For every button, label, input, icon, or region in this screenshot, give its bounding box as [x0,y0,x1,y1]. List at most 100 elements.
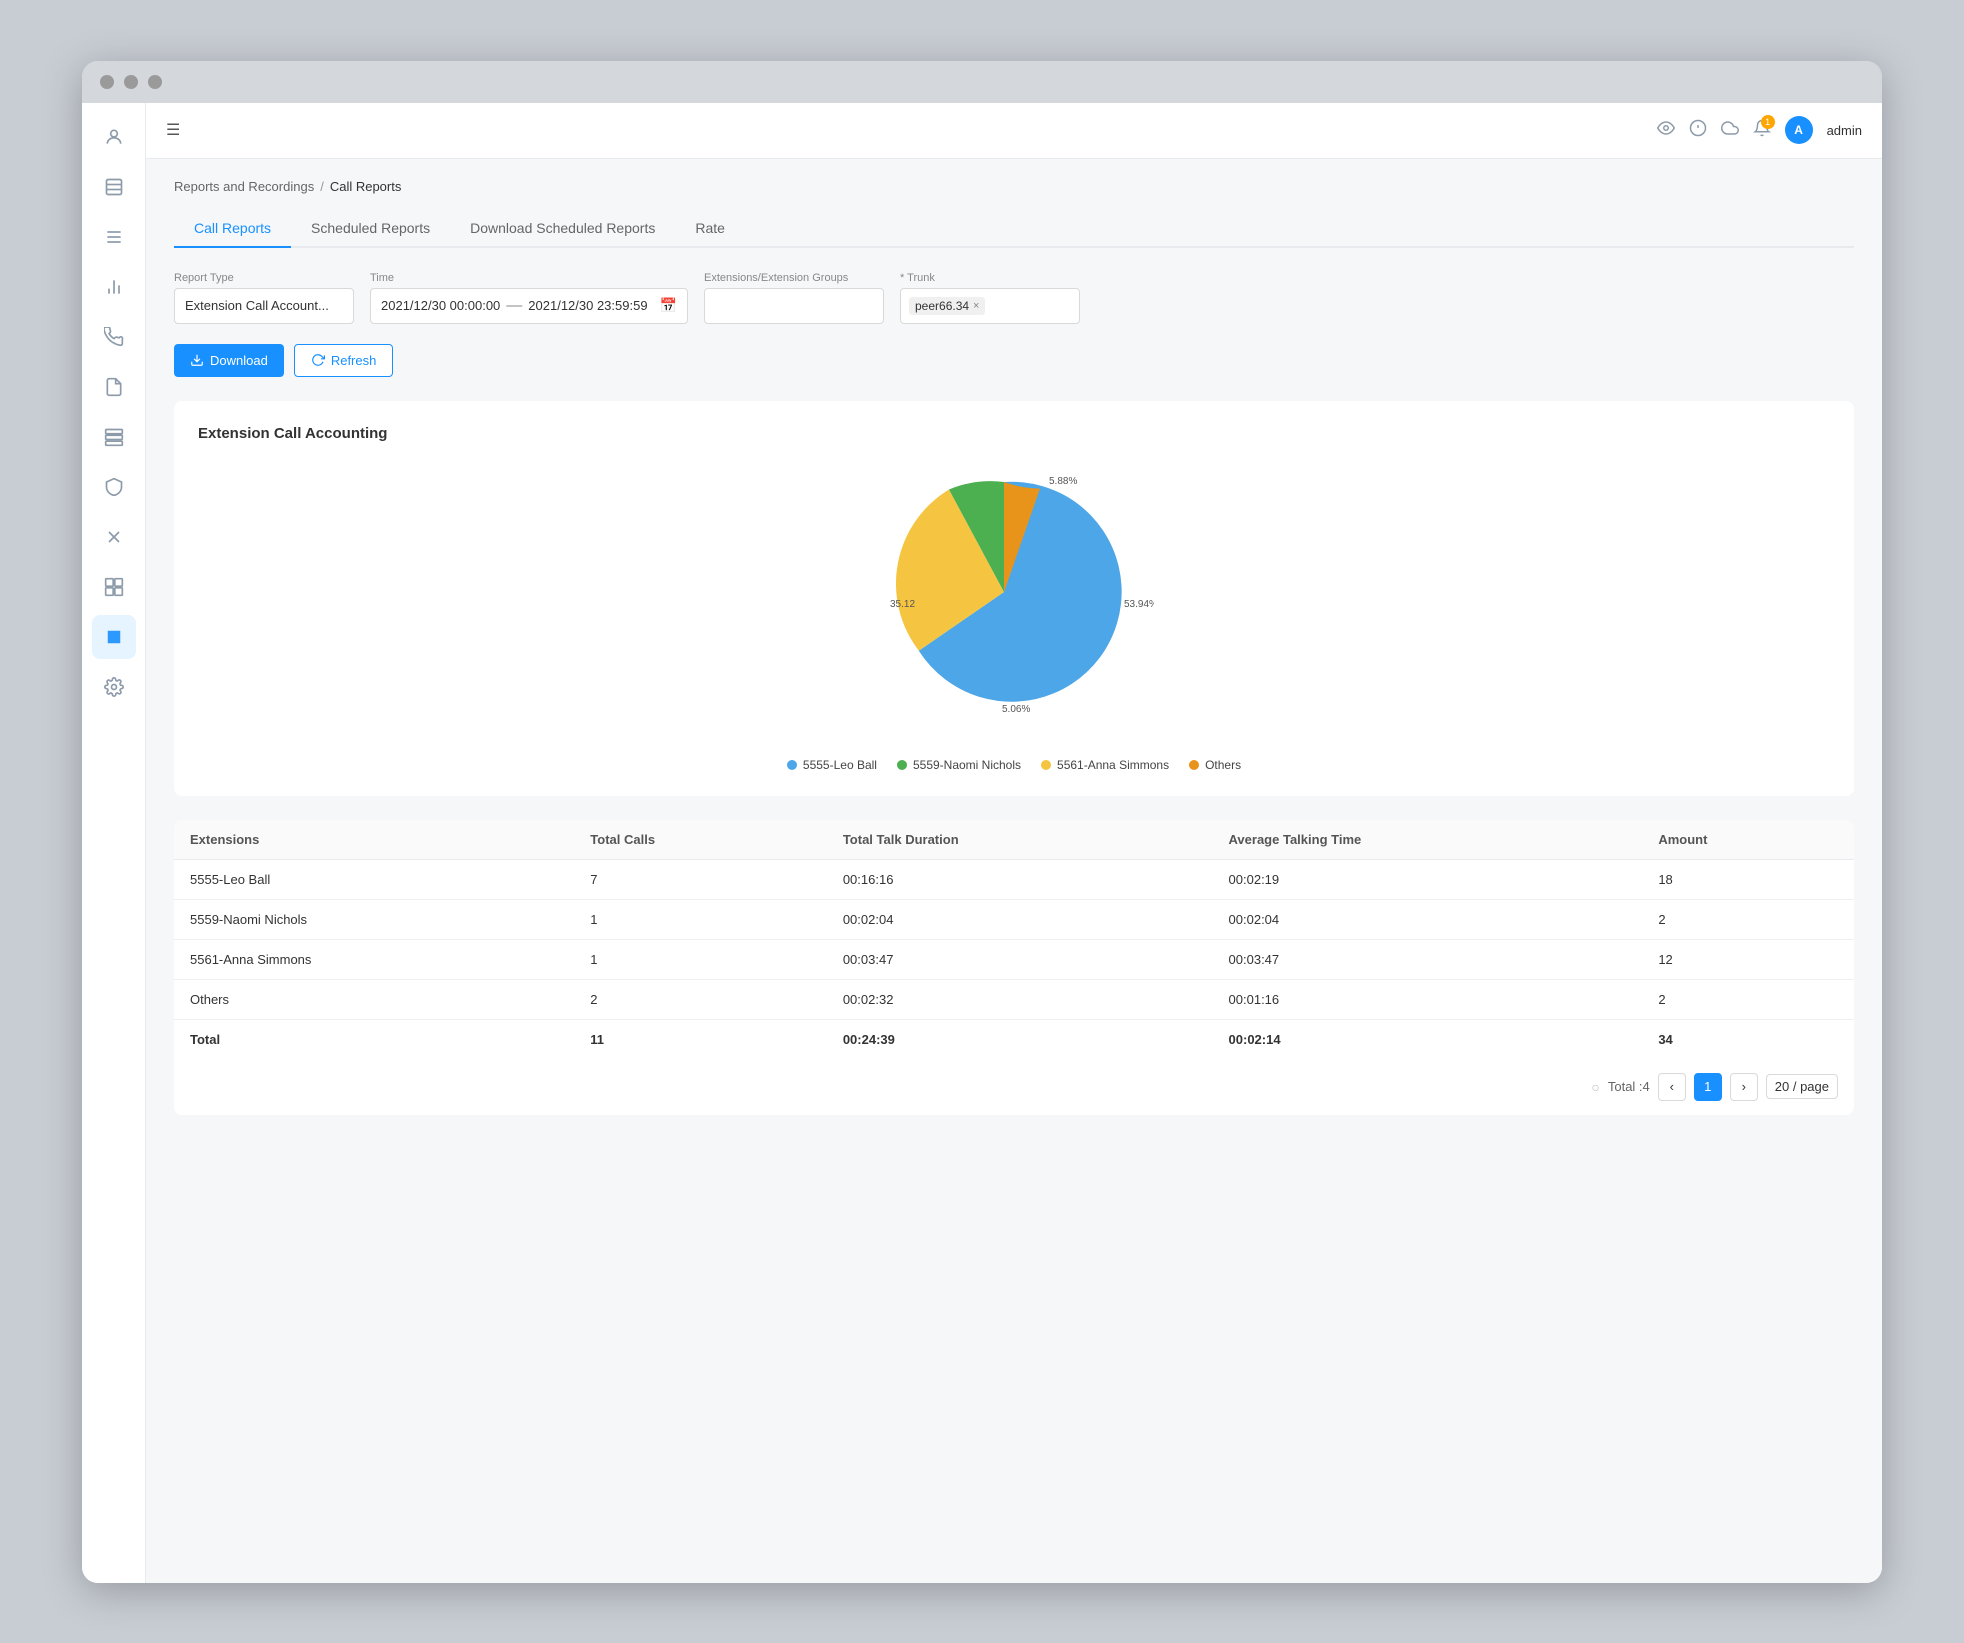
extensions-label: Extensions/Extension Groups [704,272,884,284]
tab-scheduled-reports[interactable]: Scheduled Reports [291,210,450,248]
time-label: Time [370,272,688,284]
refresh-icon [311,353,325,367]
next-page-button[interactable]: › [1730,1073,1758,1101]
total-info: Total :4 [1608,1079,1650,1094]
cell-amount-1: 2 [1642,899,1854,939]
col-total-calls: Total Calls [574,820,827,860]
cell-duration-0: 00:16:16 [827,859,1213,899]
date-start: 2021/12/30 00:00:00 [381,298,500,313]
avatar[interactable]: A [1785,116,1813,144]
cell-duration-3: 00:02:32 [827,979,1213,1019]
cell-avg-1: 00:02:04 [1213,899,1643,939]
legend-dot-others [1189,760,1199,770]
sidebar-item-reports[interactable] [92,615,136,659]
cell-amount-3: 2 [1642,979,1854,1019]
table-row: 5555-Leo Ball 7 00:16:16 00:02:19 18 [174,859,1854,899]
label-naomi: 5.06% [1002,704,1030,715]
chart-section: Extension Call Accounting [174,401,1854,796]
cloud-icon[interactable] [1721,119,1739,142]
sidebar-item-list[interactable] [92,215,136,259]
refresh-button[interactable]: Refresh [294,344,394,377]
tab-call-reports[interactable]: Call Reports [174,210,291,248]
cell-extension-1: 5559-Naomi Nichols [174,899,574,939]
pie-legend: 5555-Leo Ball 5559-Naomi Nichols 5561-An… [787,758,1241,772]
browser-window: ☰ 1 A admi [82,61,1882,1583]
data-table: Extensions Total Calls Total Talk Durati… [174,820,1854,1115]
download-button[interactable]: Download [174,344,284,377]
legend-anna: 5561-Anna Simmons [1041,758,1169,772]
col-extensions: Extensions [174,820,574,860]
sidebar-item-contacts[interactable] [92,165,136,209]
sidebar-item-plugin[interactable] [92,565,136,609]
extensions-input[interactable] [704,288,884,324]
total-avg: 00:02:14 [1213,1019,1643,1059]
pagination: ○ Total :4 ‹ 1 › 20 / page [174,1059,1854,1115]
trunk-input[interactable]: peer66.34 × [900,288,1080,324]
notification-bell[interactable]: 1 [1753,119,1771,142]
actions-row: Download Refresh [174,344,1854,377]
trunk-label: * Trunk [900,272,1080,284]
eye-icon[interactable] [1657,119,1675,142]
breadcrumb-parent[interactable]: Reports and Recordings [174,179,314,194]
report-type-select[interactable]: Extension Call Account... [174,288,354,324]
time-filter: Time 2021/12/30 00:00:00 — 2021/12/30 23… [370,272,688,324]
tabs: Call Reports Scheduled Reports Download … [174,210,1854,248]
cell-calls-2: 1 [574,939,827,979]
close-traffic-light[interactable] [100,75,114,89]
breadcrumb-separator: / [320,179,324,194]
date-range-picker[interactable]: 2021/12/30 00:00:00 — 2021/12/30 23:59:5… [370,288,688,324]
cell-calls-3: 2 [574,979,827,1019]
sidebar-item-settings[interactable] [92,665,136,709]
page-1-button[interactable]: 1 [1694,1073,1722,1101]
legend-dot-naomi [897,760,907,770]
chart-container: 5.88% 35.12 53.94% 5.06% 5555-Leo Ball [198,462,1830,772]
results-table: Extensions Total Calls Total Talk Durati… [174,820,1854,1059]
page-size-select[interactable]: 20 / page [1766,1074,1838,1099]
legend-label-others: Others [1205,758,1241,772]
sidebar-item-analytics[interactable] [92,265,136,309]
cell-amount-2: 12 [1642,939,1854,979]
info-icon[interactable] [1689,119,1707,142]
extensions-filter: Extensions/Extension Groups [704,272,884,324]
report-type-label: Report Type [174,272,354,284]
topbar-right: 1 A admin [1657,116,1862,144]
browser-chrome [82,61,1882,103]
label-anna: 35.12 [890,599,915,610]
cell-avg-0: 00:02:19 [1213,859,1643,899]
table-row: 5559-Naomi Nichols 1 00:02:04 00:02:04 2 [174,899,1854,939]
filters-row: Report Type Extension Call Account... Ti… [174,272,1854,324]
menu-icon[interactable]: ☰ [166,120,180,140]
sidebar-item-phone[interactable] [92,315,136,359]
trunk-tag-close[interactable]: × [973,300,979,312]
maximize-traffic-light[interactable] [148,75,162,89]
topbar: ☰ 1 A admi [146,103,1882,159]
pie-chart: 5.88% 35.12 53.94% 5.06% [854,462,1174,742]
cell-avg-2: 00:03:47 [1213,939,1643,979]
sidebar-item-user[interactable] [92,115,136,159]
cell-calls-1: 1 [574,899,827,939]
legend-dot-leo [787,760,797,770]
admin-label: admin [1827,123,1862,138]
minimize-traffic-light[interactable] [124,75,138,89]
cell-amount-0: 18 [1642,859,1854,899]
table-body: 5555-Leo Ball 7 00:16:16 00:02:19 18 555… [174,859,1854,1059]
sidebar-item-document[interactable] [92,365,136,409]
sidebar-item-server[interactable] [92,415,136,459]
cell-avg-3: 00:01:16 [1213,979,1643,1019]
notification-count: 1 [1761,115,1775,129]
chart-title: Extension Call Accounting [198,425,1830,442]
content-area: Reports and Recordings / Call Reports Ca… [146,159,1882,1135]
sidebar-item-shield[interactable] [92,465,136,509]
prev-page-button[interactable]: ‹ [1658,1073,1686,1101]
table-row: Others 2 00:02:32 00:01:16 2 [174,979,1854,1019]
legend-leo-ball: 5555-Leo Ball [787,758,877,772]
tab-download-scheduled-reports[interactable]: Download Scheduled Reports [450,210,675,248]
trunk-tag: peer66.34 × [909,297,985,315]
col-talk-duration: Total Talk Duration [827,820,1213,860]
date-separator: — [506,297,522,315]
legend-label-leo: 5555-Leo Ball [803,758,877,772]
col-avg-time: Average Talking Time [1213,820,1643,860]
tab-rate[interactable]: Rate [675,210,745,248]
sidebar-item-tools[interactable] [92,515,136,559]
calendar-icon[interactable]: 📅 [660,297,677,314]
